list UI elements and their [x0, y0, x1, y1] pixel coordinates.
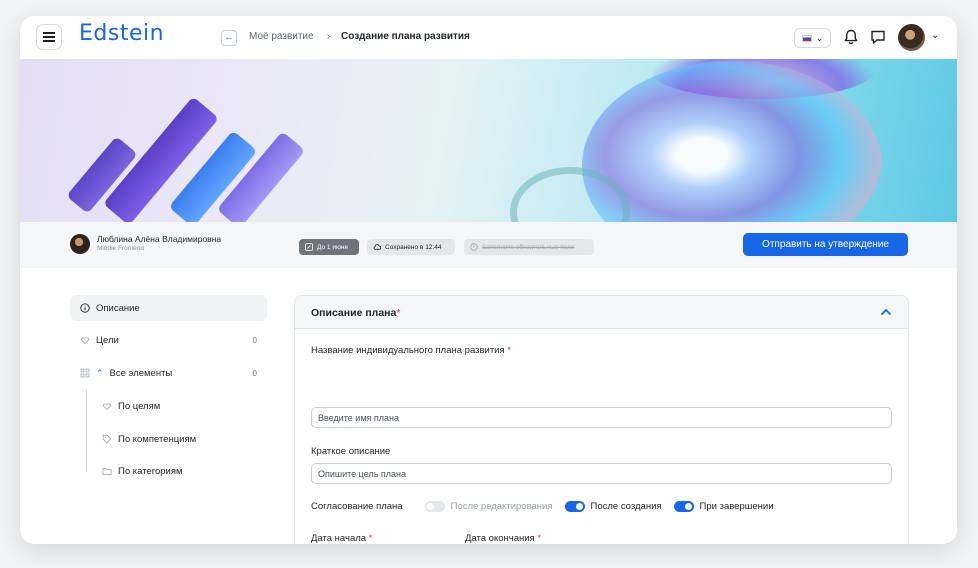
toggle-label: После создания: [590, 501, 662, 512]
required-text: Заполните обязательные поля: [482, 243, 575, 251]
sidebar-subitem-label: По целям: [118, 400, 161, 412]
short-description-placeholder: Опишите цель плана: [318, 468, 406, 479]
warning-icon: [470, 243, 478, 251]
sidebar-item-label: Все элементы: [109, 367, 173, 379]
saved-status-chip: Сохранено в 12:44: [367, 239, 455, 255]
employee-role: Middle Frontend: [97, 245, 144, 252]
sidebar-item-all-elements[interactable]: ⌃ Все элементы 0: [70, 360, 267, 386]
toggle-label: При завершении: [699, 501, 774, 512]
profile-strip: Люблина Алёна Владимировна Middle Fronte…: [20, 222, 957, 268]
all-elements-count: 0: [252, 368, 257, 378]
sidebar-subitem-by-competencies[interactable]: По компетенциям: [102, 429, 196, 449]
toggle-after-create[interactable]: [564, 501, 585, 512]
card-header[interactable]: Описание плана*: [295, 296, 908, 329]
toggle-after-edit[interactable]: [424, 501, 445, 512]
card-title: Описание плана*: [311, 307, 400, 319]
chevron-down-icon: ⌄: [815, 32, 824, 43]
back-button[interactable]: ←: [221, 30, 237, 46]
deadline-text: До 1 июня: [317, 243, 348, 251]
start-date-label-text: Дата начала: [311, 533, 367, 544]
breadcrumb-parent[interactable]: Моё развитие: [249, 31, 314, 42]
app-window: Edstein ← Моё развитие › Создание плана …: [20, 16, 957, 544]
sidebar-item-label: Описание: [96, 302, 140, 314]
breadcrumb-current: Создание плана развития: [341, 31, 470, 42]
breadcrumb-separator: ›: [327, 31, 331, 42]
required-asterisk: *: [368, 533, 373, 544]
bell-icon[interactable]: [842, 28, 860, 46]
sidebar-subitem-by-categories[interactable]: По категориям: [102, 461, 183, 481]
tree-connector: [86, 390, 87, 472]
folder-icon: [102, 468, 112, 475]
cloud-upload-icon: [373, 244, 381, 250]
approval-row: Согласование плана После редактирования …: [311, 501, 774, 512]
plan-description-card: Описание плана* Название индивидуального…: [294, 295, 909, 544]
employee-name: Люблина Алёна Владимировна: [97, 234, 222, 244]
plan-name-input[interactable]: Введите имя плана: [311, 407, 892, 428]
plan-name-label-text: Название индивидуального плана развития: [311, 345, 505, 356]
required-asterisk: *: [537, 533, 542, 544]
chevron-up-icon[interactable]: [878, 304, 894, 320]
plan-name-label: Название индивидуального плана развития …: [311, 345, 511, 356]
info-icon: [80, 303, 90, 313]
required-fields-chip: Заполните обязательные поля: [464, 239, 594, 255]
diamond-icon: [102, 403, 112, 411]
short-description-input[interactable]: Опишите цель плана: [311, 463, 892, 484]
goals-count: 0: [252, 335, 257, 345]
short-description-label: Краткое описание: [311, 446, 391, 457]
toggle-label: После редактирования: [450, 501, 553, 512]
card-title-text: Описание плана: [311, 307, 397, 319]
plan-name-placeholder: Введите имя плана: [318, 412, 399, 423]
end-date-label: Дата окончания *: [465, 533, 541, 544]
approval-label: Согласование плана: [311, 501, 403, 512]
hamburger-menu-button[interactable]: [36, 24, 62, 50]
grid-icon: [80, 368, 90, 378]
hero-banner: [20, 59, 957, 222]
logo[interactable]: Edstein: [79, 21, 164, 46]
sidebar-item-goals[interactable]: Цели 0: [70, 327, 267, 353]
submit-for-approval-button[interactable]: Отправить на утверждение: [743, 233, 908, 256]
sidebar-item-label: Цели: [96, 334, 119, 346]
required-asterisk: *: [396, 307, 401, 319]
sidebar-item-description[interactable]: Описание: [70, 295, 267, 321]
sidebar-subitem-label: По компетенциям: [118, 433, 197, 445]
tag-icon: [102, 434, 112, 444]
chevron-up-icon[interactable]: ⌃: [96, 368, 104, 379]
russian-flag-icon: [801, 34, 812, 42]
end-date-label-text: Дата окончания: [465, 533, 535, 544]
language-select[interactable]: ⌄: [794, 28, 831, 48]
arrow-left-icon: ←: [224, 32, 234, 43]
employee-avatar: [70, 234, 90, 254]
sidebar-subitem-by-goals[interactable]: По целям: [102, 396, 160, 416]
start-date-label: Дата начала *: [311, 533, 372, 544]
sidebar-subitem-label: По категориям: [118, 465, 183, 477]
chevron-down-icon[interactable]: ⌄: [931, 30, 939, 41]
edit-icon: [305, 243, 313, 251]
hamburger-icon: [43, 36, 55, 38]
diamond-icon: [80, 337, 90, 345]
user-avatar[interactable]: [898, 24, 925, 51]
toggle-on-completion[interactable]: [673, 501, 694, 512]
saved-text: Сохранено в 12:44: [385, 243, 442, 251]
chat-icon[interactable]: [869, 28, 887, 46]
deadline-chip[interactable]: До 1 июня: [299, 239, 359, 255]
top-bar: Edstein ← Моё развитие › Создание плана …: [20, 16, 957, 59]
required-asterisk: *: [507, 345, 511, 356]
